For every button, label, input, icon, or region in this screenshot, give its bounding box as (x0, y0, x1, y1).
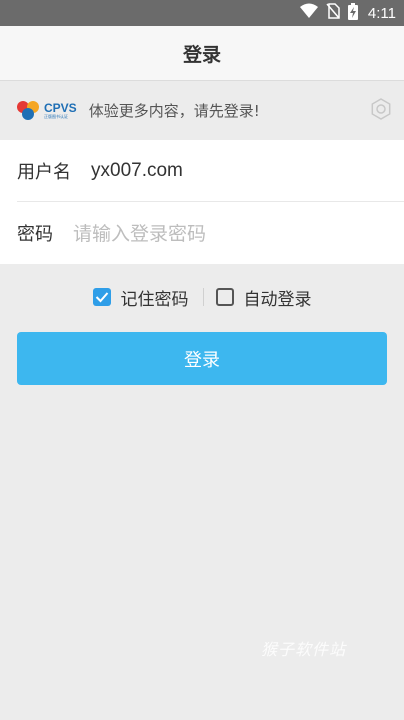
login-button[interactable]: 登录 (17, 332, 387, 385)
auto-login-option[interactable]: 自动登录 (215, 285, 312, 310)
banner-message: 体验更多内容，请先登录! (88, 101, 260, 120)
logo-text: CPVS (44, 100, 77, 115)
password-row[interactable]: 密码 请输入登录密码 (0, 202, 404, 263)
watermark: 猴子软件站 (261, 640, 347, 659)
username-row[interactable]: 用户名 yx007.com (0, 140, 404, 201)
login-options: 记住密码 自动登录 (0, 280, 404, 314)
password-input[interactable]: 请输入登录密码 (73, 219, 206, 246)
remember-password-checkbox[interactable] (92, 288, 111, 306)
options-divider (202, 288, 204, 306)
username-label: 用户名 (17, 161, 71, 183)
auto-login-checkbox[interactable] (215, 288, 234, 306)
cpvs-logo: CPVS 正版图书认证 (16, 99, 77, 121)
login-banner: CPVS 正版图书认证 体验更多内容，请先登录! (0, 81, 404, 139)
wifi-icon (299, 3, 318, 23)
gear-icon[interactable] (370, 98, 392, 124)
login-form: 用户名 yx007.com 密码 请输入登录密码 (0, 140, 404, 264)
password-label: 密码 (17, 223, 53, 245)
remember-password-label: 记住密码 (120, 289, 189, 310)
remember-password-option[interactable]: 记住密码 (92, 285, 189, 310)
no-sim-icon (326, 3, 340, 23)
status-bar: 4:11 (0, 0, 404, 26)
checkmark-icon (95, 292, 108, 303)
username-input[interactable]: yx007.com (91, 160, 183, 182)
battery-charging-icon (347, 2, 358, 24)
page-title: 登录 (182, 43, 221, 66)
status-time: 4:11 (367, 4, 396, 22)
cpvs-logo-mark (17, 101, 39, 120)
title-bar: 登录 (0, 26, 404, 81)
auto-login-label: 自动登录 (243, 289, 312, 310)
